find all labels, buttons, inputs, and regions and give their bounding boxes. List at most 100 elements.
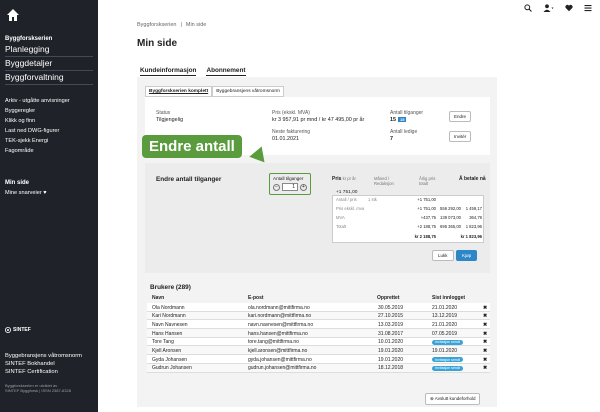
user-email: gudrun.johansen@mittfirma.no [248, 365, 317, 372]
total-pay-now: kr 1 823,96 [460, 234, 482, 239]
main-tabs: Kundeinformasjon Abonnement [140, 67, 246, 76]
heart-icon[interactable] [565, 4, 573, 12]
user-name: Kjell Aronsen [152, 347, 182, 354]
sidebar-link-dwg[interactable]: Last ned DWG-figurer [5, 126, 59, 136]
user-created: 30.05.2019 [378, 304, 404, 311]
sidebar-item-planlegging[interactable]: Planlegging [5, 44, 93, 57]
search-icon[interactable] [524, 4, 532, 12]
user-name: Gudrun Johansen [152, 365, 192, 372]
table-row[interactable]: Kjell Aronsen kjell.aronsen@mittfirma.no 1… [147, 346, 490, 356]
user-created: 10.01.2020 [378, 339, 404, 346]
remove-user-icon[interactable]: ✖ [483, 305, 487, 311]
table-row[interactable]: Gyda Johansen gyda.johansen@mittfirma.no 1… [147, 355, 490, 364]
menu-icon[interactable] [584, 4, 592, 12]
free-value: 7 [390, 136, 393, 142]
invoice-label: Neste fakturering [272, 129, 311, 135]
remove-user-icon[interactable]: ✖ [483, 339, 487, 345]
user-name: Hans Hansen [152, 330, 183, 337]
footer-link-certification[interactable]: SINTEF Certification [5, 368, 95, 376]
remove-user-icon[interactable]: ✖ [483, 365, 487, 371]
user-created: 18.12.2018 [378, 365, 404, 372]
user-email: navn.navnesen@mittfirma.no [248, 321, 314, 328]
users-header-email[interactable]: E-post [248, 295, 264, 301]
users-header-created[interactable]: Opprettet [377, 295, 400, 301]
sidebar-link-klikk[interactable]: Klikk og finn [5, 116, 35, 126]
status-label: Status [156, 110, 171, 116]
page-title: Min side [137, 38, 178, 49]
user-last-login: 19.01.2020 [432, 347, 458, 354]
user-name: Ola Nordmann [152, 304, 185, 311]
remove-user-icon[interactable]: ✖ [483, 357, 487, 363]
user-icon[interactable] [543, 4, 554, 12]
user-email: kjell.aronsen@mittfirma.no [248, 347, 308, 354]
sidebar-item-byggforvaltning[interactable]: Byggforvaltning [5, 72, 93, 85]
table-row[interactable]: Gudrun Johansen gudrun.johansen@mittfirma… [147, 363, 490, 373]
user-created: 13.03.2019 [378, 321, 404, 328]
sidebar-item-byggdetaljer[interactable]: Byggdetaljer [5, 58, 93, 71]
callout-label: Endre antall [142, 135, 242, 158]
user-email: hans.hansen@mittfirma.no [248, 330, 308, 337]
user-last-login: 13.12.2019 [432, 313, 458, 320]
footer-link-bokhandel[interactable]: SINTEF Bokhandel [5, 360, 95, 368]
sidebar-link-arkiv[interactable]: Arkiv - utgåtte anvisninger [5, 96, 70, 106]
tab-kundeinformasjon[interactable]: Kundeinformasjon [140, 67, 197, 76]
table-row[interactable]: Ola Nordmann ola.nordmann@mittfirma.no 30.… [147, 303, 490, 312]
users-table: Ola Nordmann ola.nordmann@mittfirma.no 30.… [147, 303, 490, 373]
user-name: Navn Navnesen [152, 321, 188, 328]
top-toolbar [524, 4, 592, 12]
user-name: Kari Nordmann [152, 313, 186, 320]
subtab-vatromsnorm[interactable]: Byggebransjens våtromsnorm [212, 86, 284, 97]
sidebar-link-snarveier[interactable]: Mine snarveier ♥ [5, 188, 47, 198]
sintef-logo: SINTEF [5, 327, 31, 333]
access-label: Antall tilganger [390, 110, 424, 116]
users-header-name[interactable]: Navn [152, 295, 164, 301]
price-label: Pris (ekskl. MVA) [272, 110, 310, 116]
user-email: tore.tang@mittfirma.no [248, 339, 299, 346]
sidebar-link-fagomrade[interactable]: Fagområde [5, 146, 34, 156]
table-row[interactable]: Kari Nordmann kari.nordmann@mittfirma.no 2… [147, 311, 490, 321]
tab-abonnement[interactable]: Abonnement [206, 67, 246, 76]
sidebar-footer: Byggebransjens våtromsnorm SINTEF Bokhan… [5, 352, 95, 376]
table-row[interactable]: Navn Navnesen navn.navnesen@mittfirma.no 1… [147, 320, 490, 330]
users-header-last-login[interactable]: Sist innlogget [432, 295, 465, 301]
remove-user-icon[interactable]: ✖ [483, 322, 487, 328]
table-row[interactable]: Hans Hansen hans.hansen@mittfirma.no 31.08… [147, 329, 490, 338]
endre-button[interactable]: Endre [449, 111, 472, 122]
home-icon[interactable] [6, 8, 20, 22]
remove-user-icon[interactable]: ✖ [483, 348, 487, 354]
col-header-maned: Måned / Redaksjon [374, 176, 394, 186]
user-name: Gyda Johansen [152, 356, 188, 363]
status-value: Tilgjengelig [156, 117, 184, 123]
table-row[interactable]: Tore Tang tore.tang@mittfirma.no 10.01.202… [147, 337, 490, 347]
user-created: 19.01.2020 [378, 347, 404, 354]
user-created: 19.01.2020 [378, 356, 404, 363]
user-last-login: 21.01.2020 [432, 321, 458, 328]
remove-user-icon[interactable]: ✖ [483, 331, 487, 337]
sidebar-link-byggeregler[interactable]: Byggeregler [5, 106, 35, 116]
sidebar-brand[interactable]: Byggforskserien [5, 36, 52, 42]
breadcrumb-item[interactable]: Byggforskserien [137, 22, 176, 28]
invite-button[interactable]: Invitér [449, 131, 472, 142]
user-created: 31.08.2017 [378, 330, 404, 337]
user-last-login: 21.01.2020 [432, 304, 458, 311]
invitation-badge: Invitasjon sendt [432, 339, 463, 345]
breadcrumb-item: Min side [185, 22, 207, 28]
price-value: kr 3 957,91 pr mnd / kr 47 495,00 pr år [272, 117, 365, 123]
col-header-betale: Å betale nå [459, 176, 486, 182]
close-button[interactable]: Lukk [432, 250, 454, 261]
footer-link-vatromsnorm[interactable]: Byggebransjens våtromsnorm [5, 352, 95, 360]
end-customer-button[interactable]: ⊗ Avslutt kundeforhold [425, 393, 481, 405]
sidebar-link-tek[interactable]: TEK-sjekk Energi [5, 136, 48, 146]
user-email: gyda.johansen@mittfirma.no [248, 356, 312, 363]
users-title: Brukere (289) [150, 284, 191, 291]
subtab-komplett[interactable]: Byggforskserien komplett [145, 86, 213, 97]
invitation-badge: Invitasjon sendt [432, 357, 463, 363]
sidebar-section-min-side[interactable]: Min side [5, 180, 29, 186]
user-email: kari.nordmann@mittfirma.no [248, 313, 312, 320]
breadcrumb: Byggforskserien | Min side [137, 22, 207, 28]
buy-button[interactable]: Kjøp [456, 250, 478, 261]
user-created: 27.10.2015 [378, 313, 404, 320]
remove-user-icon[interactable]: ✖ [483, 313, 487, 319]
invoice-value: 01.01.2021 [272, 136, 299, 142]
free-label: Antall ledige [390, 129, 418, 135]
